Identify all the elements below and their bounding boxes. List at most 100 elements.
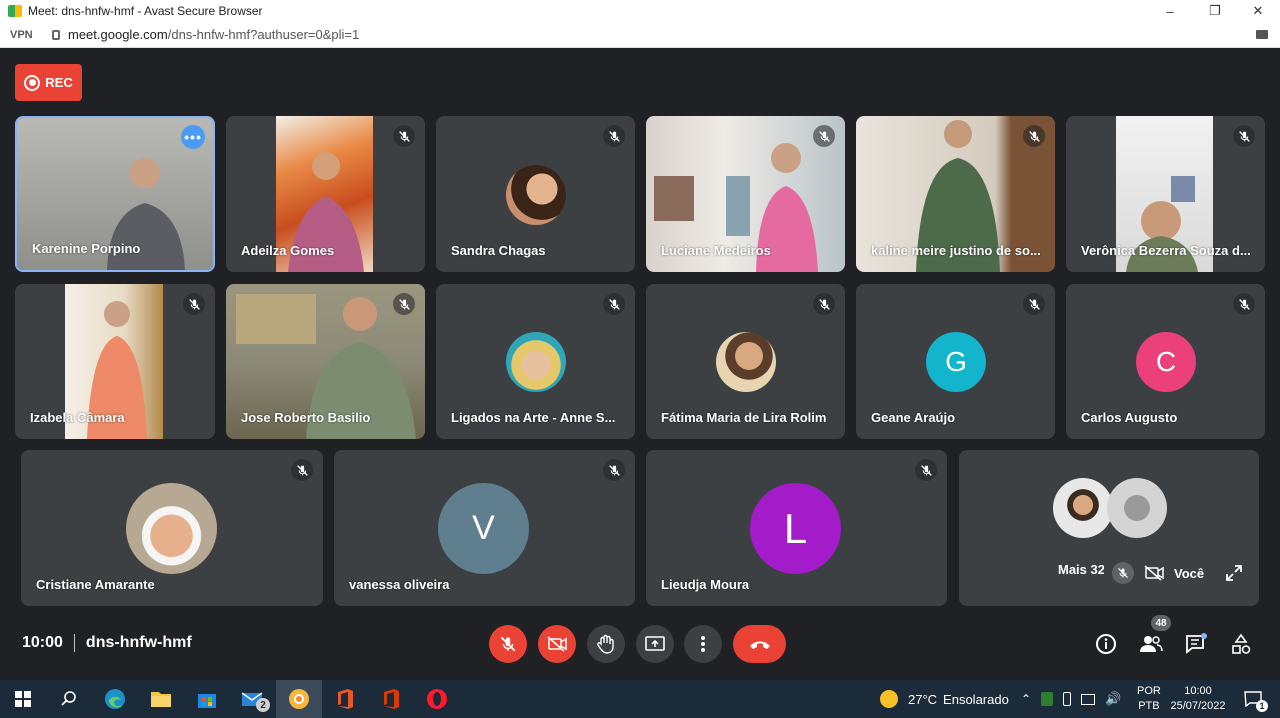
windows-taskbar: 2 27°C Ensolarado ⌃ 🔊 POR PTB 10:00 25/0… — [0, 680, 1280, 718]
camera-permission-icon[interactable] — [1256, 30, 1268, 39]
more-options-button[interactable] — [684, 625, 722, 663]
participant-tile[interactable]: Jose Roberto Basilio — [226, 284, 425, 439]
activities-icon — [1232, 633, 1251, 654]
notification-count: 1 — [1256, 700, 1268, 712]
muted-mic-icon — [603, 125, 625, 147]
participant-tile[interactable]: C Carlos Augusto — [1066, 284, 1265, 439]
windows-logo-icon — [15, 691, 31, 707]
network-icon[interactable] — [1081, 693, 1096, 705]
restore-button[interactable]: ❐ — [1193, 0, 1237, 22]
participant-tile[interactable]: V vanessa oliveira — [334, 450, 635, 606]
mail-button[interactable]: 2 — [230, 680, 276, 718]
participant-tile[interactable]: Fátima Maria de Lira Rolim — [646, 284, 845, 439]
more-participants-label: Mais 32 — [1058, 562, 1105, 577]
store-button[interactable] — [184, 680, 230, 718]
address-bar[interactable]: VPN meet.google.com /dns-hnfw-hmf?authus… — [0, 22, 1280, 48]
camera-off-icon — [547, 636, 567, 652]
participant-tile[interactable]: L Lieudja Moura — [646, 450, 947, 606]
meeting-details-button[interactable] — [1092, 630, 1120, 658]
url-host[interactable]: meet.google.com — [68, 27, 168, 42]
close-window-button[interactable]: ✕ — [1236, 0, 1280, 22]
present-icon — [645, 636, 665, 651]
system-tray-icons[interactable]: ⌃ 🔊 — [1021, 680, 1121, 718]
vertical-dots-icon — [701, 636, 705, 652]
edge-icon — [105, 689, 125, 709]
search-button[interactable] — [46, 680, 92, 718]
start-button[interactable] — [0, 680, 46, 718]
notifications-button[interactable]: 1 — [1238, 680, 1268, 718]
participant-tile[interactable]: Sandra Chagas — [436, 116, 635, 272]
chat-button[interactable] — [1182, 630, 1210, 658]
hand-icon — [597, 634, 614, 654]
people-button[interactable] — [1137, 630, 1165, 658]
minimize-button[interactable]: – — [1148, 0, 1192, 22]
muted-mic-icon — [813, 125, 835, 147]
present-screen-button[interactable] — [636, 625, 674, 663]
file-explorer-button[interactable] — [138, 680, 184, 718]
muted-mic-icon — [603, 293, 625, 315]
meeting-info: 10:00 dns-hnfw-hmf — [22, 634, 192, 652]
system-clock[interactable]: 10:00 25/07/2022 — [1168, 680, 1228, 718]
participant-name: kaline meire justino de so... — [871, 243, 1041, 258]
muted-mic-icon — [1023, 125, 1045, 147]
participant-tile[interactable]: Luciane Medeiros — [646, 116, 845, 272]
edge-browser-button[interactable] — [92, 680, 138, 718]
participant-name: Karenine Porpino — [32, 241, 141, 256]
vpn-icon[interactable]: VPN — [10, 29, 36, 41]
weather-widget[interactable]: 27°C Ensolarado — [880, 680, 1009, 718]
participant-name: Carlos Augusto — [1081, 410, 1178, 425]
participant-tile[interactable]: Izabela Câmara — [15, 284, 215, 439]
usb-icon[interactable] — [1063, 692, 1072, 706]
weather-condition: Ensolarado — [943, 691, 1009, 707]
participant-tile[interactable]: Ligados na Arte - Anne S... — [436, 284, 635, 439]
participant-tile[interactable]: G Geane Araújo — [856, 284, 1055, 439]
url-path[interactable]: /dns-hnfw-hmf?authuser=0&pli=1 — [168, 27, 360, 42]
muted-mic-icon — [183, 293, 205, 315]
self-view-label: Você — [1174, 565, 1205, 581]
participant-tile[interactable]: Verônica Bezerra Souza d... — [1066, 116, 1265, 272]
more-options-button[interactable]: ••• — [181, 125, 205, 149]
browser-icon — [289, 689, 309, 709]
leave-call-button[interactable] — [733, 625, 786, 663]
participant-name: Sandra Chagas — [451, 243, 546, 258]
raise-hand-button[interactable] — [587, 625, 625, 663]
participant-tile[interactable]: ••• Karenine Porpino — [15, 116, 215, 272]
chevron-up-icon[interactable]: ⌃ — [1021, 692, 1031, 706]
divider — [73, 634, 75, 652]
participant-tile[interactable]: Adeilza Gomes — [226, 116, 425, 272]
participant-tile[interactable]: kaline meire justino de so... — [856, 116, 1055, 272]
lock-icon[interactable] — [52, 29, 60, 40]
participant-photo — [716, 332, 776, 392]
shield-icon[interactable] — [1041, 692, 1054, 706]
letter-avatar: C — [1136, 332, 1196, 392]
muted-mic-icon — [813, 293, 835, 315]
mic-toggle-button[interactable] — [489, 625, 527, 663]
office-button-2[interactable] — [368, 680, 414, 718]
participant-name: Verônica Bezerra Souza d... — [1081, 243, 1251, 258]
participant-name: Izabela Câmara — [30, 410, 125, 425]
volume-icon[interactable]: 🔊 — [1105, 691, 1121, 707]
muted-mic-icon — [915, 459, 937, 481]
participant-tile[interactable]: Cristiane Amarante — [21, 450, 323, 606]
participant-name: vanessa oliveira — [349, 577, 450, 592]
expand-icon[interactable] — [1226, 565, 1242, 581]
language-indicator[interactable]: POR PTB — [1137, 680, 1161, 718]
office-button[interactable] — [322, 680, 368, 718]
camera-toggle-button[interactable] — [538, 625, 576, 663]
avast-browser-button[interactable] — [276, 680, 322, 718]
participant-name: Jose Roberto Basilio — [241, 410, 371, 425]
opera-button[interactable] — [414, 680, 460, 718]
office-icon — [384, 689, 399, 709]
recording-label: REC — [45, 75, 73, 90]
language-code: POR — [1137, 685, 1161, 697]
clock-date: 25/07/2022 — [1170, 700, 1226, 712]
participant-photo — [1053, 478, 1113, 538]
info-icon — [1096, 634, 1116, 654]
browser-titlebar: Meet: dns-hnfw-hmf - Avast Secure Browse… — [0, 0, 1280, 22]
self-view-bar[interactable]: Você — [1104, 557, 1250, 589]
camera-off-icon[interactable] — [1144, 565, 1164, 581]
recording-indicator[interactable]: REC — [15, 64, 82, 101]
activities-button[interactable] — [1227, 630, 1255, 658]
muted-mic-icon — [393, 293, 415, 315]
muted-mic-icon[interactable] — [1112, 562, 1134, 584]
